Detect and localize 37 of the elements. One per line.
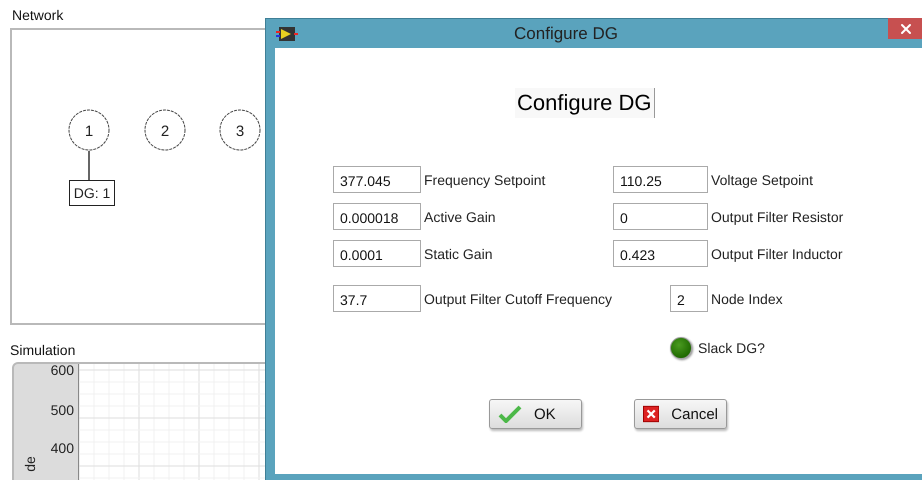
- checkmark-icon: [498, 405, 522, 423]
- axis-tick-label: 600: [50, 362, 74, 378]
- panel-label: Simulation: [10, 342, 76, 358]
- number-field[interactable]: 0.423: [613, 240, 708, 267]
- close-box-icon: [643, 405, 660, 423]
- axis-label: de: [22, 456, 38, 472]
- led-indicator[interactable]: [670, 337, 692, 359]
- node-circle[interactable]: 2: [144, 110, 186, 150]
- axis-tick-label: 400: [50, 440, 74, 456]
- number-field[interactable]: 377.045: [333, 166, 421, 193]
- field-label: Output Filter Resistor: [711, 208, 844, 224]
- field-label: Output Filter Inductor: [711, 246, 844, 262]
- app-icon: [276, 25, 298, 43]
- field-label: Active Gain: [424, 208, 497, 224]
- field-label: Node Index: [711, 290, 784, 306]
- dg-tag[interactable]: DG: 1: [69, 180, 115, 206]
- field-label: Frequency Setpoint: [424, 172, 546, 188]
- close-button[interactable]: [888, 18, 922, 39]
- node-circle[interactable]: 3: [220, 110, 260, 150]
- field-label: Static Gain: [424, 246, 494, 262]
- number-field[interactable]: 37.7: [333, 285, 421, 312]
- number-field[interactable]: 0.0001: [333, 240, 421, 267]
- dialog-heading: Configure DG: [515, 88, 655, 118]
- window-title: Configure DG: [514, 24, 618, 44]
- field-label: Voltage Setpoint: [711, 172, 814, 188]
- number-field[interactable]: 2: [670, 285, 708, 312]
- field-label: Output Filter Cutoff Frequency: [424, 290, 614, 306]
- field-label: Slack DG?: [698, 340, 766, 356]
- number-field[interactable]: 0: [613, 203, 708, 230]
- node-circle[interactable]: 1: [68, 110, 110, 150]
- number-field[interactable]: 110.25: [613, 166, 708, 193]
- ok-button[interactable]: OK: [489, 399, 582, 429]
- number-field[interactable]: 0.000018: [333, 203, 421, 230]
- panel-label: Network: [12, 7, 64, 23]
- cancel-button[interactable]: Cancel: [634, 399, 727, 429]
- connector-line: [88, 151, 90, 180]
- axis-tick-label: 500: [50, 402, 74, 418]
